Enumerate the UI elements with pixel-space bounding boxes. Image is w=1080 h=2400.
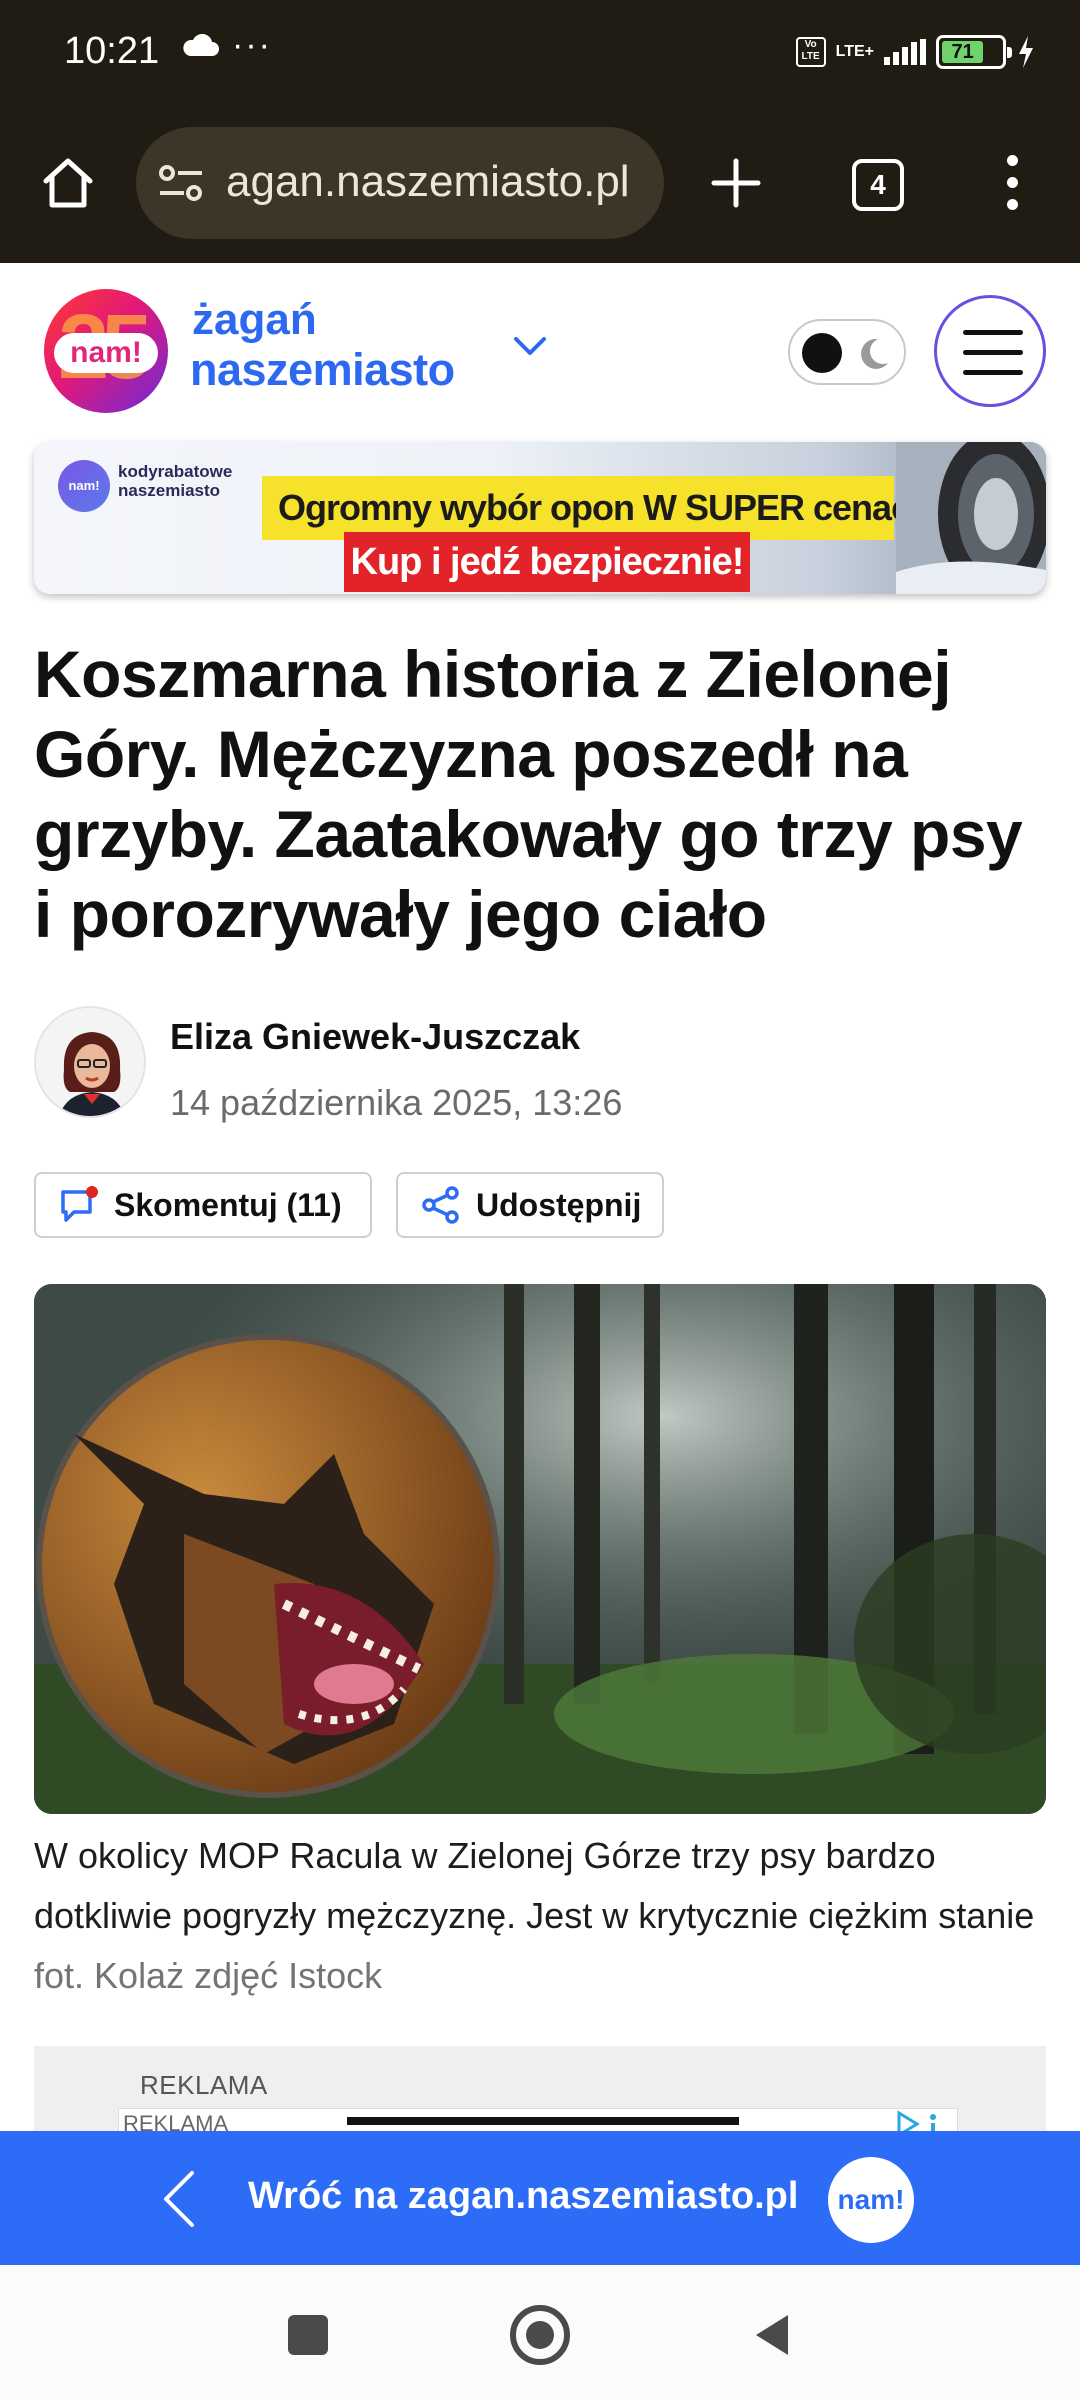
article-date: 14 października 2025, 13:26 — [170, 1082, 623, 1123]
nav-home-icon[interactable] — [510, 2305, 570, 2365]
battery-level: 71 — [942, 41, 984, 63]
return-bar-logo: nam! — [828, 2157, 914, 2243]
ad-slot-content — [347, 2117, 739, 2125]
nav-back-icon[interactable] — [752, 2311, 792, 2359]
author-photo — [36, 1008, 144, 1116]
url-text: agan.naszemiasto.pl — [226, 157, 630, 206]
hero-collage — [34, 1284, 1046, 1814]
author-name[interactable]: Eliza Gniewek-Juszczak — [170, 1016, 580, 1058]
ad-cta: Kup i jedź bezpiecznie! — [344, 532, 750, 592]
tune-icon[interactable] — [158, 163, 204, 203]
back-chevron-icon — [164, 2171, 194, 2227]
status-indicators: Vo LTE LTE+ 71 — [795, 30, 1036, 74]
plus-icon[interactable] — [708, 155, 764, 211]
caption-text: W okolicy MOP Racula w Zielonej Górze tr… — [34, 1835, 1035, 1936]
return-bar[interactable]: Wróć na zagan.naszemiasto.pl nam! — [0, 2131, 1080, 2265]
menu-dots-icon[interactable] — [1000, 155, 1024, 215]
url-bar[interactable]: agan.naszemiasto.pl — [136, 127, 664, 239]
share-icon — [422, 1186, 459, 1224]
ad-slot: REKLAMA REKLAMA — [34, 2046, 1046, 2136]
comment-button-label: Skomentuj (11) — [114, 1186, 342, 1223]
avatar[interactable] — [34, 1006, 146, 1118]
system-nav-bar — [0, 2265, 1080, 2400]
network-type: LTE+ — [835, 43, 874, 60]
browser-toolbar: agan.naszemiasto.pl 4 — [0, 105, 1080, 263]
comment-icon — [61, 1186, 98, 1222]
brand-name[interactable]: naszemiasto — [190, 345, 455, 395]
light-mode-dot — [802, 333, 842, 373]
share-button-label: Udostępnij — [476, 1186, 642, 1223]
status-time: 10:21 — [64, 30, 160, 72]
cloud-icon — [183, 34, 219, 56]
brand-city[interactable]: żagań — [192, 297, 317, 343]
battery-icon: 71 — [936, 35, 1012, 69]
site-header: 25 nam! żagań naszemiasto — [0, 263, 1080, 433]
theme-toggle[interactable] — [788, 319, 906, 385]
lte-indicator: LTE+ — [836, 44, 874, 60]
hamburger-icon[interactable] — [934, 295, 1046, 407]
caption-credit: fot. Kolaż zdjęć Istock — [34, 1955, 383, 1996]
article-hero-image[interactable] — [34, 1284, 1046, 1814]
home-icon[interactable] — [38, 153, 98, 213]
status-more-indicator: ··· — [232, 26, 272, 64]
moon-icon — [861, 338, 888, 369]
charging-icon — [1019, 36, 1033, 68]
logo-text: nam! — [54, 333, 158, 373]
ad-slot-label: REKLAMA — [140, 2070, 268, 2100]
comment-button[interactable]: Skomentuj (11) — [34, 1172, 372, 1238]
nav-recents-icon[interactable] — [288, 2315, 328, 2355]
tire-image — [896, 442, 1046, 594]
share-button[interactable]: Udostępnij — [396, 1172, 664, 1238]
site-logo[interactable]: 25 nam! — [44, 289, 168, 413]
status-bar: 10:21 ··· Vo LTE LTE+ 71 — [0, 0, 1080, 105]
tabs-icon[interactable]: 4 — [852, 159, 904, 211]
signal-icon — [884, 39, 926, 65]
chevron-down-icon[interactable] — [510, 331, 550, 361]
ad-logo: nam! — [58, 460, 110, 512]
return-bar-label: Wróć na zagan.naszemiasto.pl — [248, 2175, 799, 2217]
volte-icon: Vo LTE — [795, 37, 826, 67]
ad-brand: kodyrabatowe naszemiasto — [118, 462, 233, 500]
ad-banner[interactable]: nam! kodyrabatowe naszemiasto Ogromny wy… — [34, 442, 1046, 594]
image-caption: W okolicy MOP Racula w Zielonej Górze tr… — [34, 1826, 1046, 2006]
article-headline: Koszmarna historia z Zielonej Góry. Mężc… — [34, 637, 1023, 951]
ad-headline: Ogromny wybór opon W SUPER cenach! — [262, 476, 943, 540]
